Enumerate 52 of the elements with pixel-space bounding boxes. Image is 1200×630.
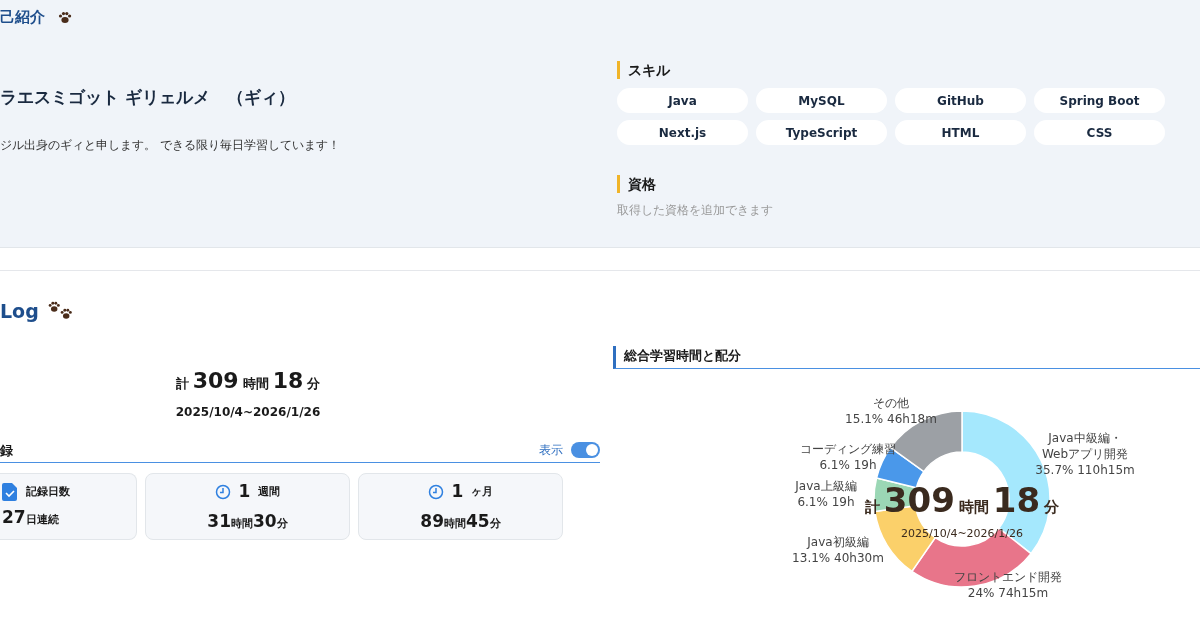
card-title-number: 1 — [238, 480, 251, 503]
card-value: 27 — [2, 505, 26, 529]
slice-value: 15.1% 46h18m — [845, 410, 937, 427]
card-unit: 時間 — [231, 516, 253, 532]
card-title: 記録日数 — [26, 483, 70, 500]
section-heading: Log — [0, 299, 39, 324]
subsection-heading: 録 — [0, 441, 13, 460]
placeholder-text: 取得した資格を追加できます — [617, 202, 774, 219]
subsection-heading: 資格 — [617, 175, 656, 193]
skill-tag: Next.js — [617, 120, 748, 145]
slice-label: Java上級編 — [795, 477, 857, 494]
card-title-number: 1 — [451, 480, 464, 503]
skill-tag: TypeScript — [756, 120, 887, 145]
slice-value: 6.1% 19h — [797, 493, 855, 510]
total-time: 計 309 時間 18 分 — [864, 478, 1060, 522]
card-unit: 時間 — [444, 516, 466, 532]
skill-tag: GitHub — [895, 88, 1026, 113]
paw-icon — [57, 10, 73, 25]
clock-icon — [427, 483, 444, 500]
subsection-heading: スキル — [617, 61, 670, 79]
card-unit: 分 — [489, 516, 501, 532]
card-unit: 分 — [276, 516, 288, 532]
skill-tag: Spring Boot — [1034, 88, 1165, 113]
slice-value: 6.1% 19h — [819, 456, 877, 473]
slice-value: 24% 74h15m — [967, 584, 1049, 601]
slice-label: その他 — [873, 394, 909, 411]
slice-label: コーディング練習 — [800, 440, 896, 457]
toggle-switch[interactable] — [571, 442, 600, 459]
card-value: 30 — [253, 509, 277, 533]
card-value: 31 — [207, 509, 231, 533]
profile-name: ラエスミゴット ギリェルメ （ギィ） — [0, 85, 296, 109]
card-unit: 日連続 — [25, 511, 59, 528]
slice-value: 35.7% 110h15m — [1035, 461, 1135, 478]
chart-title: 総合学習時間と配分 — [613, 346, 1200, 369]
skill-tag: HTML — [895, 120, 1026, 145]
bio-text: ジル出身のギィと申します。 できる限り毎日学習しています！ — [0, 137, 341, 154]
card-value: 89 — [420, 509, 444, 533]
card-value: 45 — [466, 509, 490, 533]
clock-icon — [214, 483, 231, 500]
date-range: 2025/10/4~2026/1/26 — [175, 403, 321, 421]
skill-tag: Java — [617, 88, 748, 113]
section-heading: 己紹介 — [0, 7, 45, 28]
toggle-label: 表示 — [539, 442, 563, 460]
slice-label: Java初級編 — [807, 533, 869, 550]
slice-label: Java中級編・ Webアプリ開発 — [1041, 429, 1129, 462]
card-title: ヶ月 — [471, 483, 494, 500]
skill-tag: CSS — [1034, 120, 1165, 145]
slice-value: 13.1% 40h30m — [792, 549, 884, 566]
total-time: 計 309 時間 18 分 — [175, 366, 321, 395]
skill-tag: MySQL — [756, 88, 887, 113]
slice-label: フロントエンド開発 — [954, 568, 1062, 585]
card-title: 週間 — [258, 483, 281, 500]
